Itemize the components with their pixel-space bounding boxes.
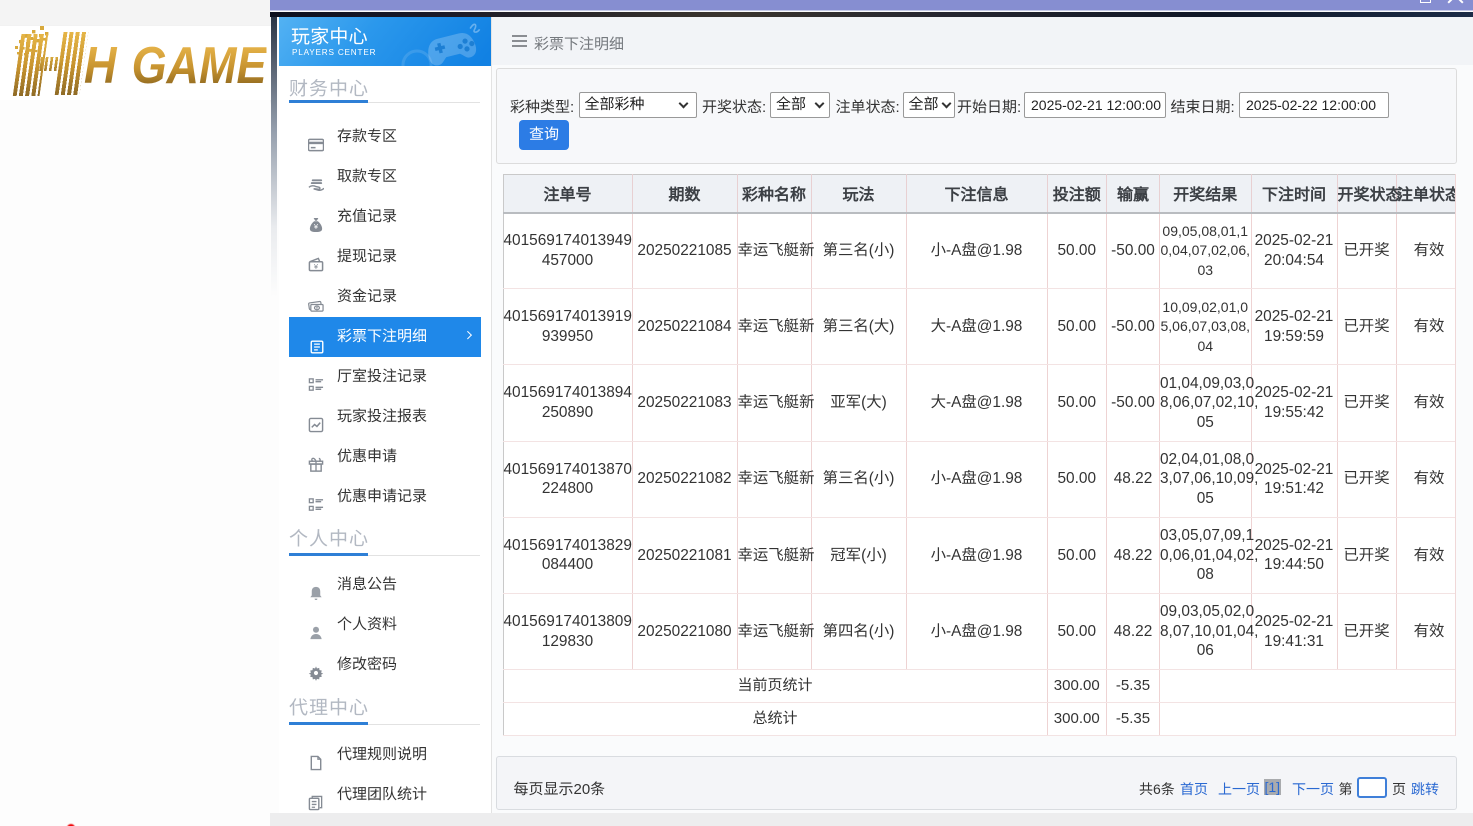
svg-text:¥: ¥ [316, 306, 319, 312]
svg-text:¥: ¥ [314, 262, 319, 271]
